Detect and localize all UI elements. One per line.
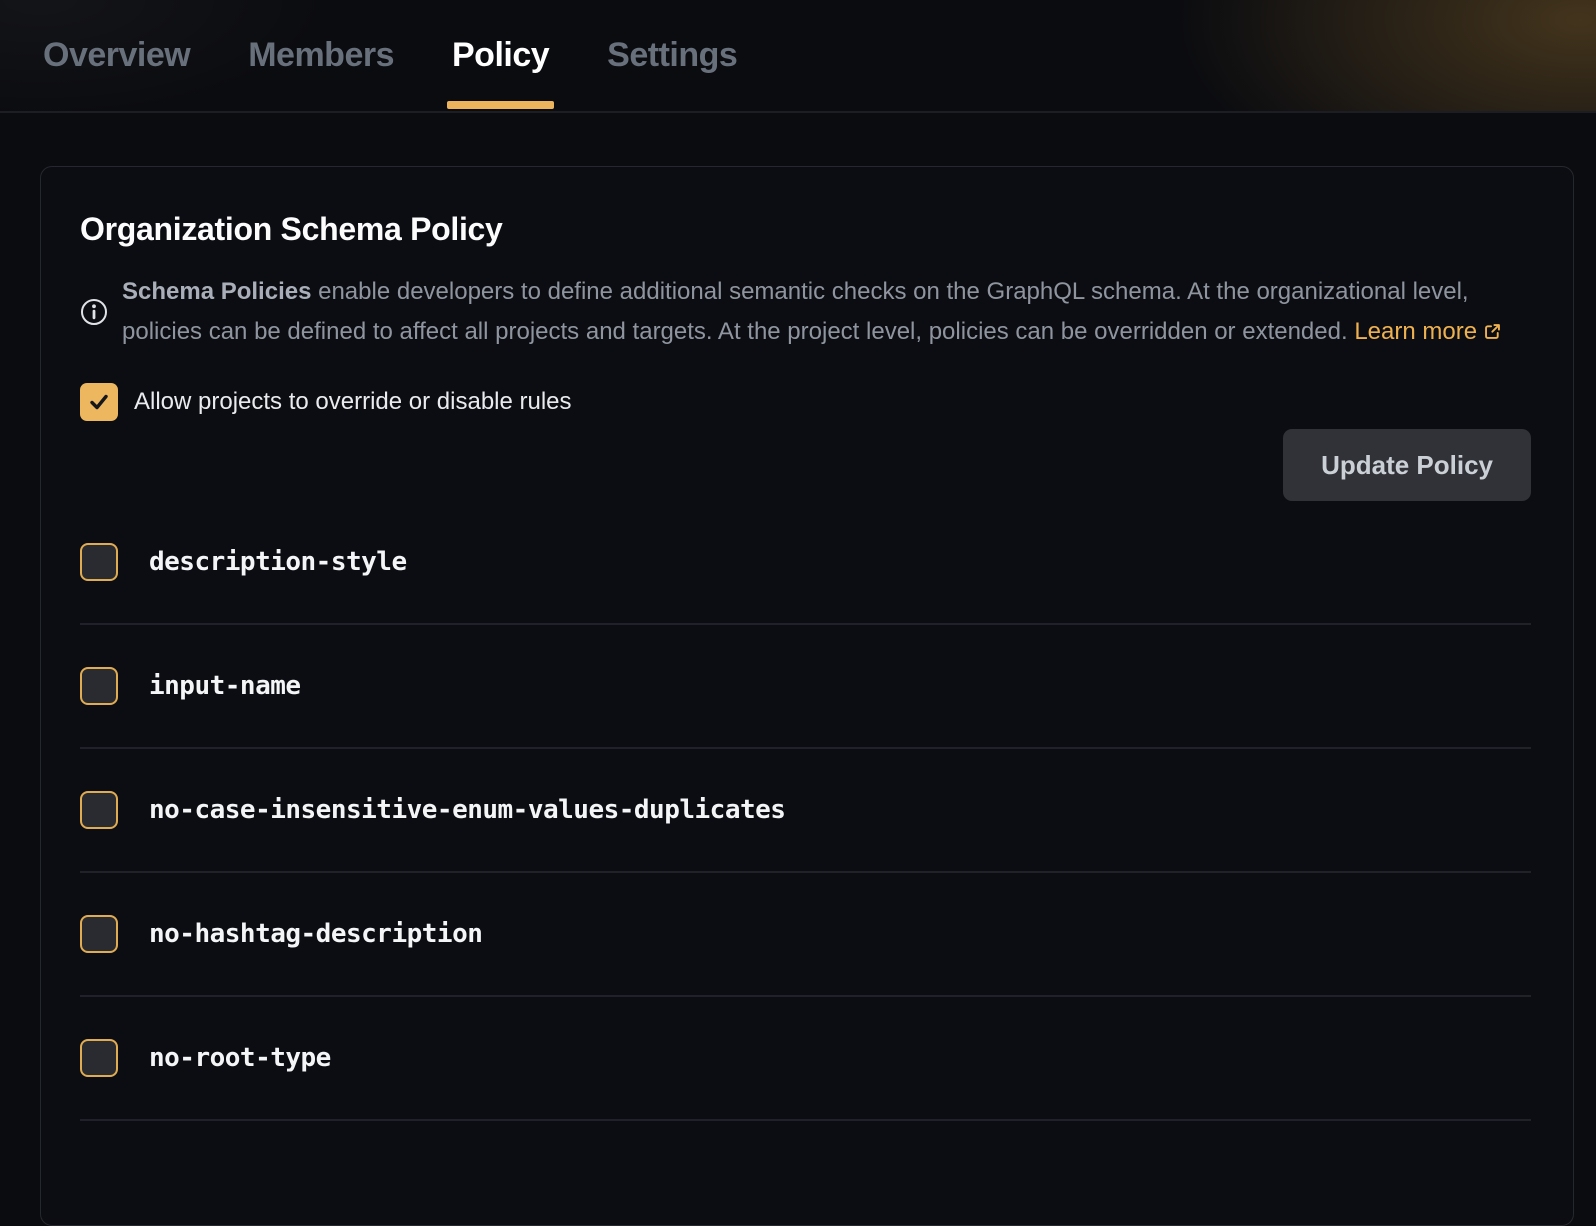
rule-name: no-case-insensitive-enum-values-duplicat…	[149, 795, 785, 825]
tab-policy-label: Policy	[452, 36, 549, 75]
rule-row-no-hashtag-description: no-hashtag-description	[80, 873, 1531, 997]
info-icon	[80, 298, 108, 326]
tab-members-label: Members	[248, 36, 394, 75]
info-text: Schema Policies enable developers to def…	[122, 272, 1510, 352]
info-lead: Schema Policies	[122, 278, 311, 305]
allow-override-row[interactable]: Allow projects to override or disable ru…	[80, 383, 572, 421]
tab-overview-label: Overview	[43, 36, 190, 75]
rule-name: description-style	[149, 547, 407, 577]
page-title: Organization Schema Policy	[80, 211, 1531, 248]
rule-row-description-style: description-style	[80, 501, 1531, 625]
rules-list: description-style input-name no-case-ins…	[80, 501, 1531, 1121]
rule-row-no-case-insensitive-enum-values-duplicates: no-case-insensitive-enum-values-duplicat…	[80, 749, 1531, 873]
policy-card: Organization Schema Policy Schema Polici…	[40, 166, 1574, 1226]
allow-override-label: Allow projects to override or disable ru…	[134, 388, 572, 416]
tab-bar: Overview Members Policy Settings	[0, 0, 1596, 113]
rule-checkbox[interactable]	[80, 667, 118, 705]
tab-settings[interactable]: Settings	[607, 0, 737, 111]
info-callout: Schema Policies enable developers to def…	[80, 272, 1531, 352]
tab-members[interactable]: Members	[248, 0, 394, 111]
tab-overview[interactable]: Overview	[43, 0, 190, 111]
rule-checkbox[interactable]	[80, 791, 118, 829]
tab-settings-label: Settings	[607, 36, 737, 75]
active-tab-underline	[447, 101, 554, 109]
allow-override-checkbox[interactable]	[80, 383, 118, 421]
rule-row-no-root-type: no-root-type	[80, 997, 1531, 1121]
learn-more-link[interactable]: Learn more	[1354, 318, 1502, 345]
info-body: enable developers to define additional s…	[122, 278, 1469, 345]
toolbar: Update Policy	[80, 429, 1531, 501]
rule-checkbox[interactable]	[80, 915, 118, 953]
rule-checkbox[interactable]	[80, 1039, 118, 1077]
rule-name: no-root-type	[149, 1043, 331, 1073]
rule-checkbox[interactable]	[80, 543, 118, 581]
external-link-icon	[1483, 322, 1502, 341]
learn-more-label: Learn more	[1354, 318, 1477, 345]
rule-name: no-hashtag-description	[149, 919, 482, 949]
org-tabs: Overview Members Policy Settings	[0, 0, 1596, 111]
check-icon	[87, 390, 111, 414]
rule-row-input-name: input-name	[80, 625, 1531, 749]
tab-policy[interactable]: Policy	[452, 0, 549, 111]
update-policy-button[interactable]: Update Policy	[1283, 429, 1531, 501]
rule-name: input-name	[149, 671, 301, 701]
app-root: Overview Members Policy Settings Organiz…	[0, 0, 1596, 1226]
